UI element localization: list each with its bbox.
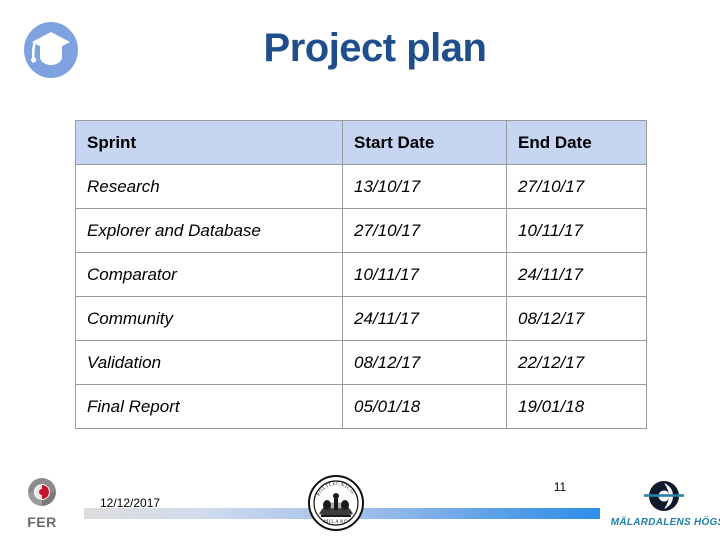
table-row: Community 24/11/17 08/12/17 bbox=[75, 296, 647, 341]
cell-sprint: Comparator bbox=[75, 252, 343, 297]
cell-sprint: Final Report bbox=[75, 384, 343, 429]
politecnico-di-milano-seal-icon: MILANO POLITECNICO bbox=[307, 474, 365, 532]
cell-start-date: 05/01/18 bbox=[342, 384, 507, 429]
project-plan-table: Sprint Start Date End Date Research 13/1… bbox=[75, 120, 647, 429]
table-row: Explorer and Database 27/10/17 10/11/17 bbox=[75, 208, 647, 253]
table-row: Validation 08/12/17 22/12/17 bbox=[75, 340, 647, 385]
page-title: Project plan bbox=[263, 26, 487, 70]
cell-sprint: Validation bbox=[75, 340, 343, 385]
cell-end-date: 08/12/17 bbox=[506, 296, 647, 341]
cell-sprint: Explorer and Database bbox=[75, 208, 343, 253]
cell-end-date: 27/10/17 bbox=[506, 164, 647, 209]
malardalens-hogskola-logo-text: MÄLARDALENS HÖGSKOLA bbox=[610, 516, 720, 528]
table-row: Final Report 05/01/18 19/01/18 bbox=[75, 384, 647, 429]
footer-date: 12/12/2017 bbox=[100, 496, 161, 510]
table-row: Research 13/10/17 27/10/17 bbox=[75, 164, 647, 209]
table-header-row: Sprint Start Date End Date bbox=[75, 120, 647, 165]
cell-end-date: 10/11/17 bbox=[506, 208, 647, 253]
cell-sprint: Community bbox=[75, 296, 343, 341]
graduation-cap-icon bbox=[17, 19, 85, 81]
column-header-start-date: Start Date bbox=[342, 120, 507, 165]
cell-start-date: 13/10/17 bbox=[342, 164, 507, 209]
cell-start-date: 27/10/17 bbox=[342, 208, 507, 253]
malardalens-hogskola-logo: MÄLARDALENS HÖGSKOLA bbox=[608, 478, 720, 534]
svg-text:MILANO: MILANO bbox=[324, 520, 349, 525]
cell-start-date: 24/11/17 bbox=[342, 296, 507, 341]
table-row: Comparator 10/11/17 24/11/17 bbox=[75, 252, 647, 297]
cell-sprint: Research bbox=[75, 164, 343, 209]
cell-start-date: 10/11/17 bbox=[342, 252, 507, 297]
page-number: 11 bbox=[553, 480, 567, 494]
cell-start-date: 08/12/17 bbox=[342, 340, 507, 385]
cell-end-date: 19/01/18 bbox=[506, 384, 647, 429]
column-header-sprint: Sprint bbox=[75, 120, 343, 165]
cell-end-date: 24/11/17 bbox=[506, 252, 647, 297]
cell-end-date: 22/12/17 bbox=[506, 340, 647, 385]
column-header-end-date: End Date bbox=[506, 120, 647, 165]
slide-canvas: Project plan Sprint Start Date End Date … bbox=[0, 0, 720, 540]
fer-logo-text: FER bbox=[27, 514, 57, 530]
fer-logo: FER bbox=[14, 474, 70, 532]
